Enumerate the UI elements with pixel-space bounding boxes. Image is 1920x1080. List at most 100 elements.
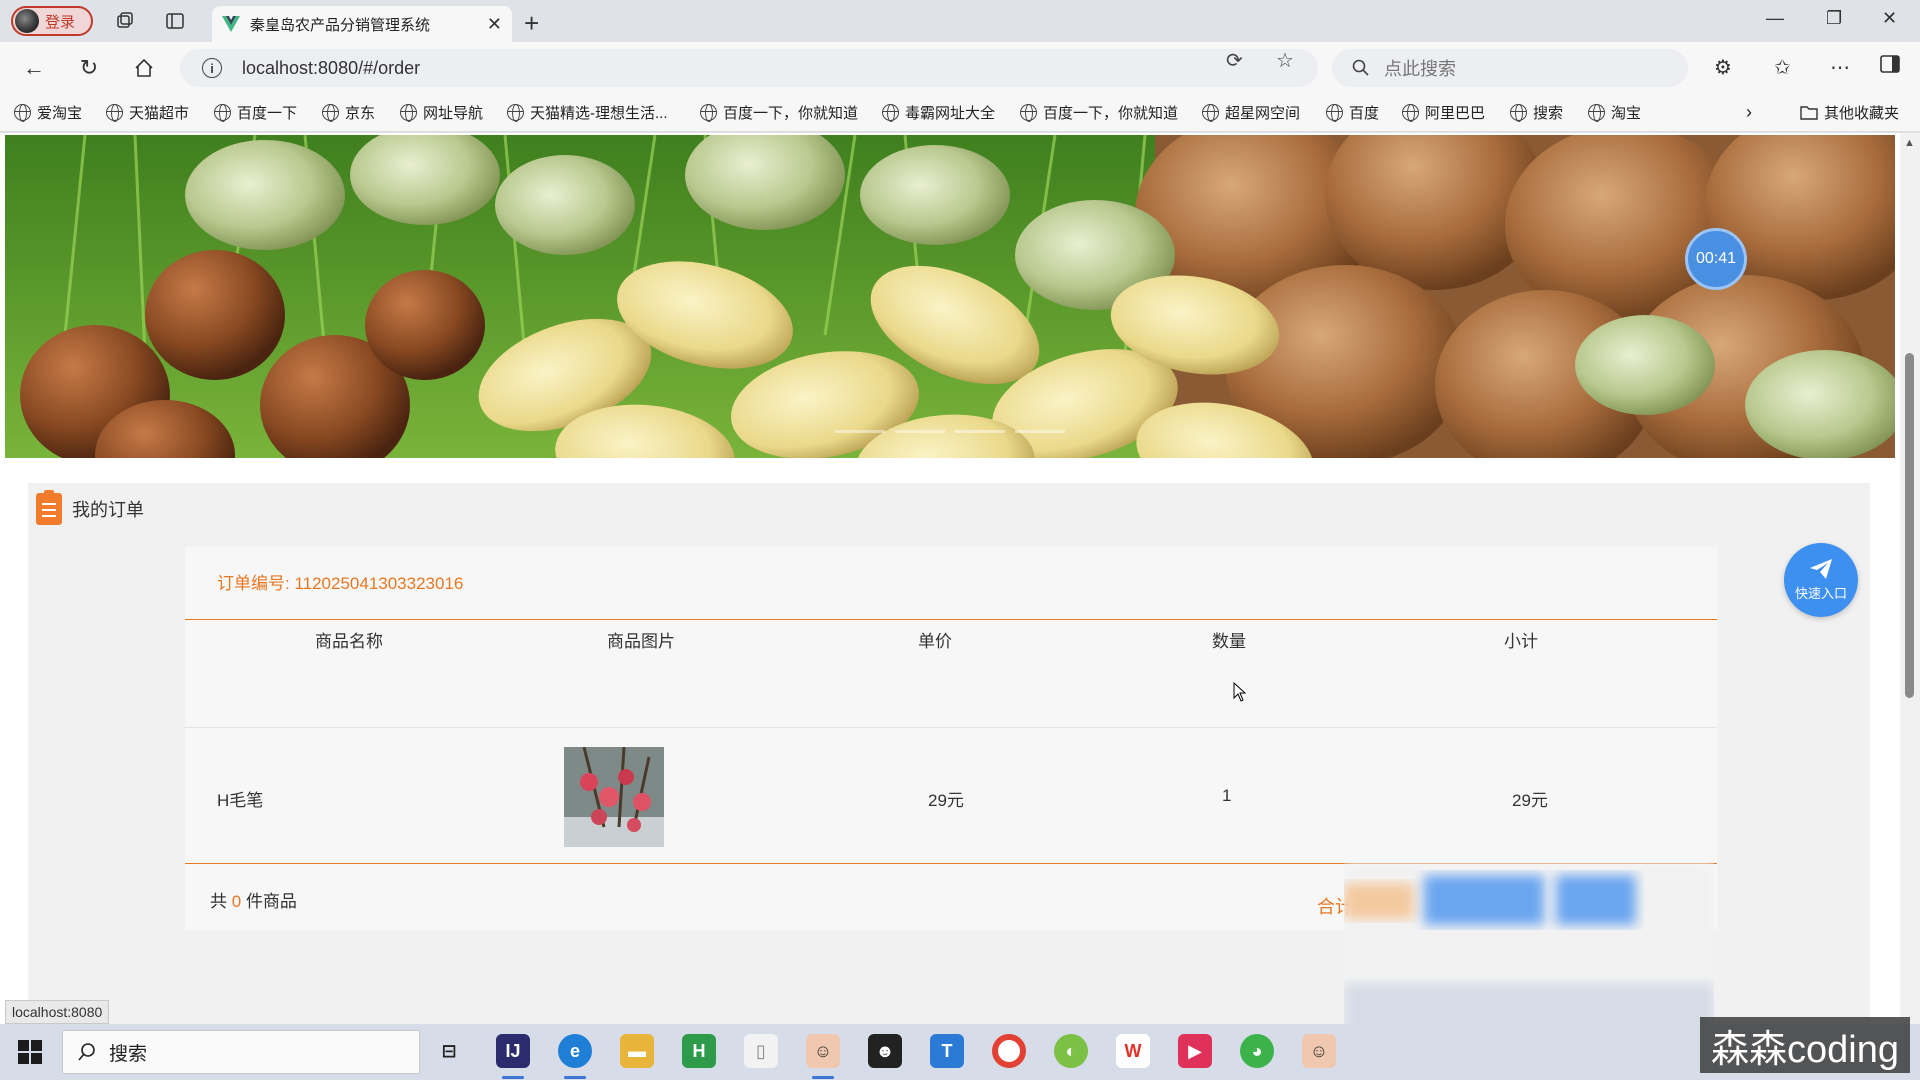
- bookmark-item[interactable]: 百度: [1326, 102, 1379, 123]
- column-header: 数量: [1212, 632, 1246, 651]
- chrome-icon[interactable]: [992, 1034, 1026, 1068]
- search-placeholder: 点此搜索: [1384, 59, 1456, 79]
- home-icon[interactable]: [130, 54, 158, 82]
- green-app-icon[interactable]: ◐: [1054, 1034, 1088, 1068]
- product-image: [564, 747, 664, 847]
- sidebar-toggle-icon[interactable]: [1880, 55, 1900, 79]
- tab-actions-icon[interactable]: [164, 10, 186, 32]
- minimize-icon[interactable]: —: [1766, 8, 1784, 29]
- banner-carousel[interactable]: 00:41: [5, 135, 1895, 458]
- bookmark-item[interactable]: 阿里巴巴: [1402, 102, 1485, 123]
- scroll-thumb[interactable]: [1905, 353, 1914, 698]
- scroll-up-icon[interactable]: ▲: [1904, 137, 1915, 149]
- extensions-icon[interactable]: ⚙: [1714, 55, 1732, 80]
- item-count-value: 0: [231, 892, 242, 911]
- back-icon[interactable]: ←: [20, 54, 48, 82]
- bookmark-item[interactable]: 百度一下，你就知道: [700, 102, 858, 123]
- banner-nuts-image: [5, 135, 1895, 458]
- windows-start-icon[interactable]: [18, 1040, 42, 1064]
- globe-icon: [1402, 104, 1419, 122]
- intellij-icon[interactable]: IJ: [496, 1034, 530, 1068]
- active-indicator: [564, 1076, 586, 1079]
- item-price: 29元: [928, 791, 964, 810]
- clipboard-icon: [36, 490, 62, 525]
- close-window-icon[interactable]: ✕: [1882, 8, 1897, 29]
- bookmark-item[interactable]: 搜索: [1510, 102, 1563, 123]
- column-header: 商品图片: [607, 632, 675, 651]
- carousel-dot[interactable]: [1015, 430, 1065, 433]
- paper-plane-icon: [1810, 559, 1832, 579]
- status-url-tooltip: localhost:8080: [5, 1000, 110, 1024]
- browser-toolbar: ← ↻ i localhost:8080/#/order ⟳ ☆ 点此搜索 ⚙ …: [0, 42, 1920, 92]
- bookmark-item[interactable]: 爱淘宝: [14, 102, 82, 123]
- carousel-dot[interactable]: [955, 430, 1005, 433]
- taskbar-search-input[interactable]: 搜索: [62, 1030, 420, 1074]
- site-info-icon[interactable]: i: [202, 58, 222, 78]
- bookmark-item[interactable]: 网址导航: [400, 102, 483, 123]
- new-tab-icon[interactable]: +: [524, 8, 539, 39]
- more-menu-icon[interactable]: ⋯: [1830, 55, 1850, 80]
- hbuilder-icon[interactable]: H: [682, 1034, 716, 1068]
- document-icon[interactable]: ▯: [744, 1034, 778, 1068]
- bookmark-item[interactable]: 京东: [322, 102, 375, 123]
- page-scrollbar[interactable]: ▲: [1900, 133, 1920, 1024]
- read-aloud-icon[interactable]: ⟳: [1226, 48, 1243, 73]
- globe-icon: [1202, 104, 1219, 122]
- tab-active[interactable]: 秦皇岛农产品分销管理系统 ✕: [212, 6, 512, 42]
- restore-icon[interactable]: ❐: [1826, 8, 1842, 29]
- bookmark-item[interactable]: 毒霸网址大全: [882, 102, 995, 123]
- bookmark-item[interactable]: 超星网空间: [1202, 102, 1300, 123]
- globe-icon: [1326, 104, 1343, 122]
- search-input[interactable]: 点此搜索: [1332, 49, 1688, 87]
- url-text: localhost:8080/#/order: [242, 57, 421, 78]
- globe-icon: [882, 104, 899, 122]
- carousel-indicators[interactable]: [835, 430, 1065, 433]
- carousel-dot[interactable]: [835, 430, 885, 433]
- favorite-star-icon[interactable]: ☆: [1276, 48, 1294, 73]
- edge-browser-icon[interactable]: e: [558, 1034, 592, 1068]
- workspaces-icon[interactable]: [114, 10, 136, 32]
- blurred-overlay: [1344, 863, 1714, 1033]
- address-bar[interactable]: i localhost:8080/#/order: [180, 49, 1318, 87]
- globe-icon: [322, 104, 339, 122]
- bookmark-item[interactable]: 天猫精选-理想生活...: [507, 102, 668, 123]
- quick-entry-label: 快速入口: [1794, 586, 1847, 601]
- qq-penguin-icon[interactable]: ☻: [868, 1034, 902, 1068]
- divider: [185, 727, 1717, 728]
- item-name: H毛笔: [217, 791, 264, 810]
- browser-title-bar: 登录 秦皇岛农产品分销管理系统 ✕ + — ❐ ✕: [0, 0, 1920, 42]
- section-title: 我的订单: [72, 500, 144, 520]
- search-icon: [1352, 59, 1369, 76]
- refresh-icon[interactable]: ↻: [75, 54, 103, 82]
- close-tab-icon[interactable]: ✕: [487, 14, 502, 35]
- task-view-icon[interactable]: ⊟: [432, 1034, 466, 1068]
- bookmarks-overflow-icon[interactable]: ›: [1746, 102, 1752, 123]
- search-icon: [78, 1043, 95, 1061]
- carousel-dot[interactable]: [895, 430, 945, 433]
- section-header: 我的订单: [36, 490, 144, 525]
- globe-icon: [106, 104, 123, 122]
- folder-icon: [1800, 106, 1818, 120]
- bookmark-item[interactable]: 百度一下: [214, 102, 297, 123]
- quick-entry-button[interactable]: 快速入口: [1784, 543, 1858, 617]
- profile-button[interactable]: 登录: [11, 6, 93, 36]
- bookmarks-bar: 爱淘宝 天猫超市 百度一下 京东 网址导航 天猫精选-理想生活... 百度一下，…: [0, 92, 1920, 132]
- globe-icon: [400, 104, 417, 122]
- bookmark-item[interactable]: 百度一下，你就知道: [1020, 102, 1178, 123]
- bookmark-item[interactable]: 天猫超市: [106, 102, 189, 123]
- video-app-icon[interactable]: ▶: [1178, 1034, 1212, 1068]
- file-explorer-icon[interactable]: ▬: [620, 1034, 654, 1068]
- watermark: 森森coding: [1700, 1017, 1910, 1073]
- other-bookmarks-folder[interactable]: 其他收藏夹: [1800, 102, 1899, 123]
- favorites-icon[interactable]: ✩: [1774, 55, 1791, 80]
- item-subtotal: 29元: [1512, 791, 1548, 810]
- bookmark-item[interactable]: 淘宝: [1588, 102, 1641, 123]
- qq-user-icon[interactable]: ☺: [806, 1034, 840, 1068]
- qq-user-icon[interactable]: ☺: [1302, 1034, 1336, 1068]
- mouse-cursor-icon: [1233, 682, 1247, 702]
- feishu-icon[interactable]: T: [930, 1034, 964, 1068]
- wps-icon[interactable]: W: [1116, 1034, 1150, 1068]
- globe-icon: [214, 104, 231, 122]
- wechat-icon[interactable]: ◕: [1240, 1034, 1274, 1068]
- column-header: 单价: [918, 632, 952, 651]
